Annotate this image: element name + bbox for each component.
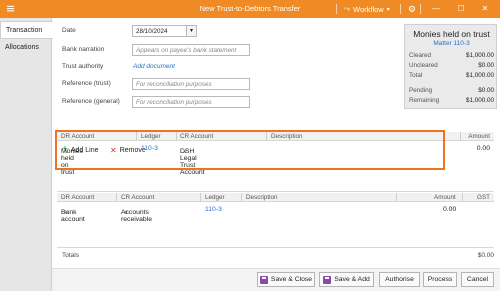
title-bar: New Trust-to-Debtors Transfer ⤳ Workflow…	[0, 0, 500, 18]
chevron-down-icon: ∨	[124, 210, 129, 216]
totals-divider	[57, 247, 494, 248]
add-document-link[interactable]: Add document	[133, 63, 175, 70]
column-separator	[200, 193, 201, 202]
amount-cell[interactable]: 0.00	[477, 145, 490, 152]
column-separator	[460, 132, 461, 141]
date-field[interactable]: 28/10/2024	[132, 25, 187, 37]
header-amount: Amount	[468, 133, 490, 140]
totals-label: Totals	[62, 252, 79, 259]
trust-authority-label: Trust authority	[62, 63, 104, 70]
date-label: Date	[62, 27, 76, 34]
header-cr-account: CR Account	[121, 194, 155, 201]
header-dr-account: DR Account	[61, 194, 95, 201]
button-bar: Save & Close Save & Add Authorise Proces…	[52, 268, 500, 291]
panel-title: Monies held on trust	[413, 29, 490, 39]
panel-row-value: $1,000.00	[465, 97, 494, 104]
save-icon	[323, 275, 332, 284]
bank-narration-input[interactable]: Appears on payee's bank statement	[132, 44, 250, 56]
general-grid-header: DR Account CR Account Ledger Description…	[57, 193, 494, 202]
header-gst: GST	[477, 194, 490, 201]
save-icon	[259, 275, 268, 284]
panel-row-uncleared: Uncleared $0.00	[409, 62, 494, 69]
title-separator	[420, 4, 421, 14]
grid-divider	[57, 191, 494, 192]
minimize-button[interactable]: —	[429, 2, 443, 16]
reference-trust-label: Reference (trust)	[62, 80, 111, 87]
column-separator	[462, 193, 463, 202]
reference-general-input[interactable]: For reconciliation purposes	[132, 96, 250, 108]
save-close-button[interactable]: Save & Close	[257, 272, 315, 287]
panel-row-label: Remaining	[409, 97, 440, 104]
panel-row-label: Total	[409, 72, 423, 79]
window-title: New Trust-to-Debtors Transfer	[199, 4, 301, 13]
chevron-down-icon: ▾	[189, 28, 193, 34]
panel-row-pending: Pending $0.00	[409, 87, 494, 94]
header-description: Description	[246, 194, 278, 201]
panel-row-label: Uncleared	[409, 62, 438, 69]
tab-transaction[interactable]: Transaction	[0, 21, 53, 39]
panel-row-cleared: Cleared $1,000.00	[409, 52, 494, 59]
panel-row-value: $0.00	[478, 62, 494, 69]
title-separator	[400, 4, 401, 14]
panel-row-remaining: Remaining $1,000.00	[409, 97, 494, 104]
tab-allocations[interactable]: Allocations	[0, 39, 52, 57]
panel-row-value: $0.00	[478, 87, 494, 94]
save-add-button[interactable]: Save & Add	[319, 272, 374, 287]
panel-row-total: Total $1,000.00	[409, 72, 494, 79]
panel-row-label: Pending	[409, 87, 433, 94]
panel-row-label: Cleared	[409, 52, 432, 59]
workflow-icon: ⤳	[344, 4, 350, 13]
chevron-down-icon: ▾	[386, 6, 390, 13]
amount-cell[interactable]: 0.00	[443, 206, 456, 213]
maximize-button[interactable]: ☐	[454, 2, 468, 16]
bank-narration-label: Bank narration	[62, 46, 105, 53]
ledger-link[interactable]: 110-3	[205, 206, 222, 213]
panel-row-value: $1,000.00	[465, 72, 494, 79]
header-ledger: Ledger	[205, 194, 225, 201]
monies-held-panel: Monies held on trust Matter 110-3 Cleare…	[404, 24, 497, 109]
panel-row-value: $1,000.00	[465, 52, 494, 59]
gear-icon[interactable]: ⚙	[408, 3, 416, 15]
column-separator	[116, 193, 117, 202]
workflow-button[interactable]: ⤳ Workflow ▾	[344, 3, 390, 15]
chevron-down-icon: ∨	[64, 210, 69, 216]
side-tabs: Transaction Allocations	[0, 18, 53, 291]
workflow-label: Workflow	[353, 4, 384, 14]
header-amount: Amount	[434, 194, 456, 201]
totals-value: $0.00	[477, 252, 494, 259]
reference-general-label: Reference (general)	[62, 98, 120, 105]
close-button[interactable]: ✕	[478, 2, 492, 16]
highlight-box	[55, 130, 445, 170]
authorise-button[interactable]: Authorise	[379, 272, 420, 287]
general-grid-row[interactable]: Bank account ∨ Accounts receivable ∨ 110-3…	[57, 203, 494, 223]
panel-matter-link[interactable]: Matter 110-3	[405, 40, 498, 47]
date-dropdown-button[interactable]: ▾	[187, 25, 197, 37]
reference-trust-input[interactable]: For reconciliation purposes	[132, 78, 250, 90]
save-add-label: Save & Add	[334, 276, 370, 283]
cancel-button[interactable]: Cancel	[461, 272, 494, 287]
column-separator	[396, 193, 397, 202]
save-close-label: Save & Close	[270, 276, 313, 283]
process-button[interactable]: Process	[423, 272, 457, 287]
column-separator	[241, 193, 242, 202]
title-separator	[336, 4, 337, 14]
